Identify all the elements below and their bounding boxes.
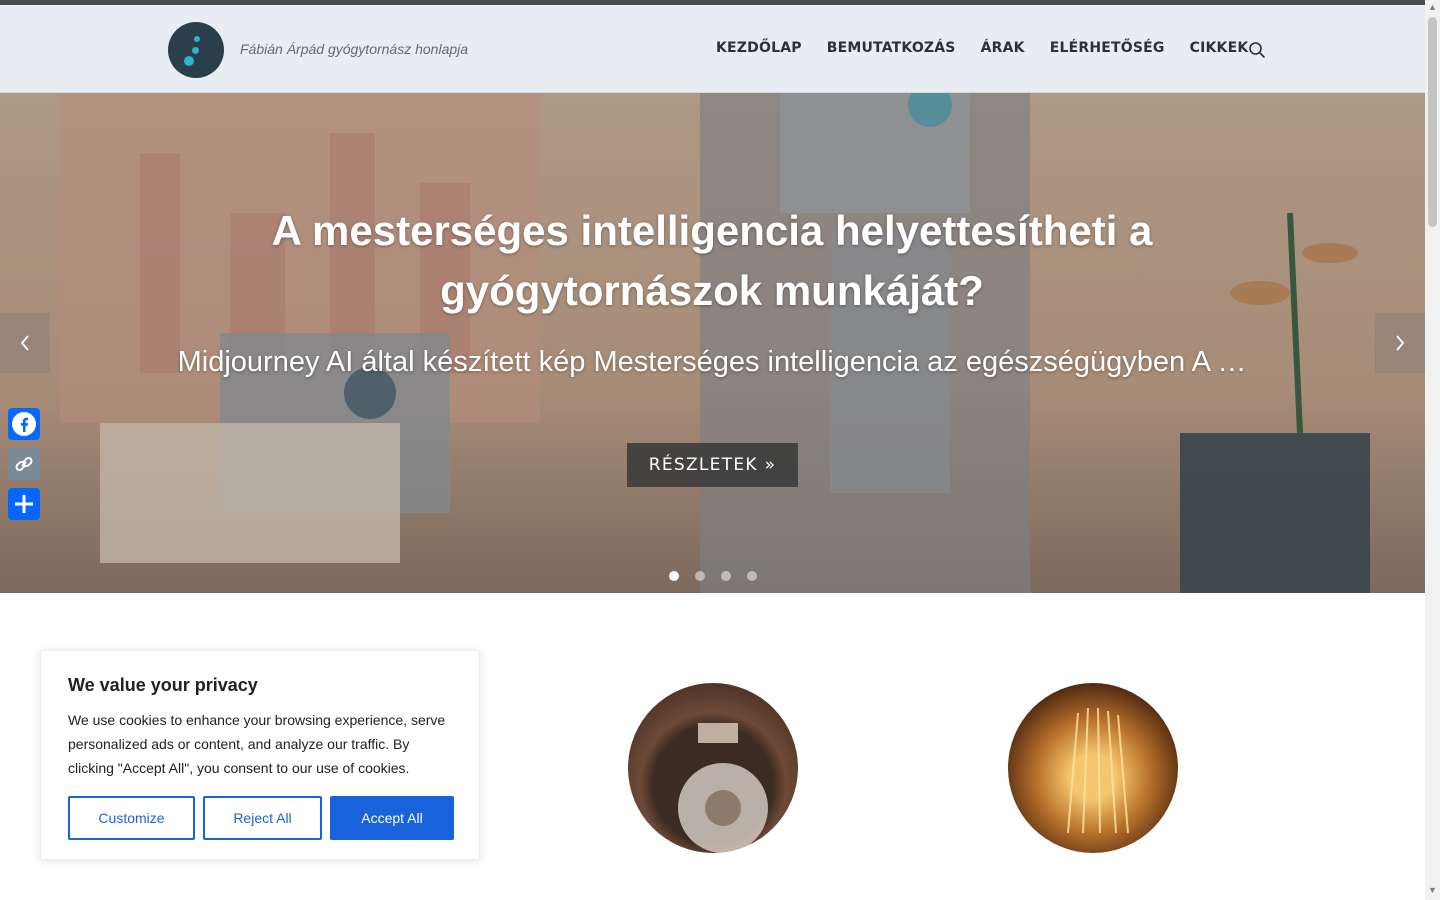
main-nav: KEZDŐLAP BEMUTATKOZÁS ÁRAK ELÉRHETŐSÉG C… [716, 40, 1248, 56]
share-button[interactable] [8, 488, 40, 520]
nav-item-arak[interactable]: ÁRAK [981, 40, 1025, 56]
facebook-share-button[interactable] [8, 408, 40, 440]
site-logo[interactable] [168, 22, 224, 78]
slider-prev-button[interactable] [0, 313, 50, 373]
hero-subtitle: Midjourney AI által készített kép Mester… [177, 346, 1247, 378]
accept-all-button[interactable]: Accept All [330, 796, 454, 840]
copy-link-icon [15, 456, 33, 472]
scroll-thumb[interactable] [1428, 17, 1437, 227]
phone-image[interactable] [628, 683, 798, 853]
details-button[interactable]: RÉSZLETEK » [627, 443, 798, 487]
slider-dot-4[interactable] [747, 571, 757, 581]
chevron-left-icon [20, 335, 29, 351]
slider-dot-2[interactable] [695, 571, 705, 581]
cookie-title: We value your privacy [68, 675, 258, 695]
cookie-text: We use cookies to enhance your browsing … [68, 712, 446, 776]
slider-pagination [669, 571, 757, 581]
share-icon [15, 495, 33, 513]
nav-item-cikkek[interactable]: CIKKEK [1190, 40, 1249, 56]
scroll-up-arrow[interactable]: ▲ [1428, 3, 1437, 12]
chevron-right-icon [1396, 335, 1405, 351]
hero-slider: A mesterséges intelligencia helyettesíth… [0, 93, 1425, 593]
hero-title: A mesterséges intelligencia helyettesíth… [271, 207, 1153, 314]
page-scrollbar[interactable]: ▲ ▼ [1425, 0, 1440, 900]
nav-item-kezdolap[interactable]: KEZDŐLAP [716, 40, 802, 56]
reject-all-button[interactable]: Reject All [203, 796, 322, 840]
lightbulb-image[interactable] [1008, 683, 1178, 853]
scroll-down-arrow[interactable]: ▼ [1428, 886, 1437, 895]
slider-next-button[interactable] [1375, 313, 1425, 373]
nav-item-bemutatkozas[interactable]: BEMUTATKOZÁS [827, 40, 956, 56]
facebook-icon [12, 412, 36, 436]
slider-dot-1[interactable] [669, 571, 679, 581]
search-icon[interactable] [1248, 41, 1266, 59]
site-tagline: Fábián Árpád gyógytornász honlapja [240, 41, 469, 57]
customize-button[interactable]: Customize [68, 796, 195, 840]
cookie-consent-banner: We value your privacy We use cookies to … [40, 650, 480, 860]
nav-item-elerhetoseg[interactable]: ELÉRHETŐSÉG [1050, 40, 1165, 56]
slider-dot-3[interactable] [721, 571, 731, 581]
site-header: Fábián Árpád gyógytornász honlapja KEZDŐ… [0, 5, 1425, 93]
copy-link-button[interactable] [8, 448, 40, 480]
